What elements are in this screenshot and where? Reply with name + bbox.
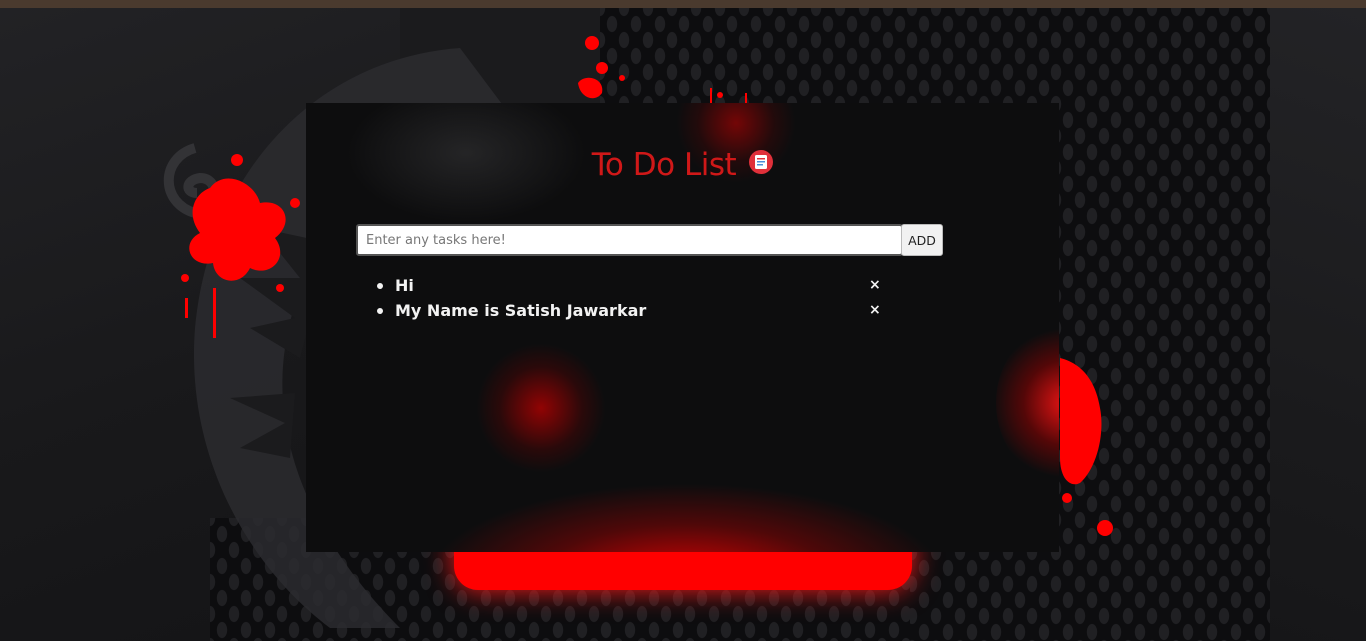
todo-card: To Do List ADD Hi × My Name is Satish Ja… [306, 103, 1059, 552]
notepad-icon [749, 150, 774, 174]
blood-splatter-right [1060, 358, 1113, 536]
list-item: My Name is Satish Jawarkar × [374, 298, 884, 323]
list-item: Hi × [374, 273, 884, 298]
top-border [0, 0, 1366, 8]
card-glow-center [476, 343, 606, 473]
task-input[interactable] [356, 224, 903, 256]
add-button[interactable]: ADD [901, 224, 943, 256]
task-text: Hi [395, 276, 414, 295]
title-row: To Do List [306, 147, 1059, 183]
task-text: My Name is Satish Jawarkar [395, 301, 647, 320]
card-glow-right [996, 323, 1059, 483]
delete-task-button[interactable]: × [869, 298, 881, 323]
blood-splatter-top [578, 36, 747, 113]
card-glow-bottom [426, 483, 946, 552]
bullet-icon [377, 308, 383, 314]
blood-splatter-left [181, 154, 300, 338]
task-list: Hi × My Name is Satish Jawarkar × [374, 273, 884, 323]
bullet-icon [377, 283, 383, 289]
page-title: To Do List [591, 147, 737, 183]
delete-task-button[interactable]: × [869, 273, 881, 298]
